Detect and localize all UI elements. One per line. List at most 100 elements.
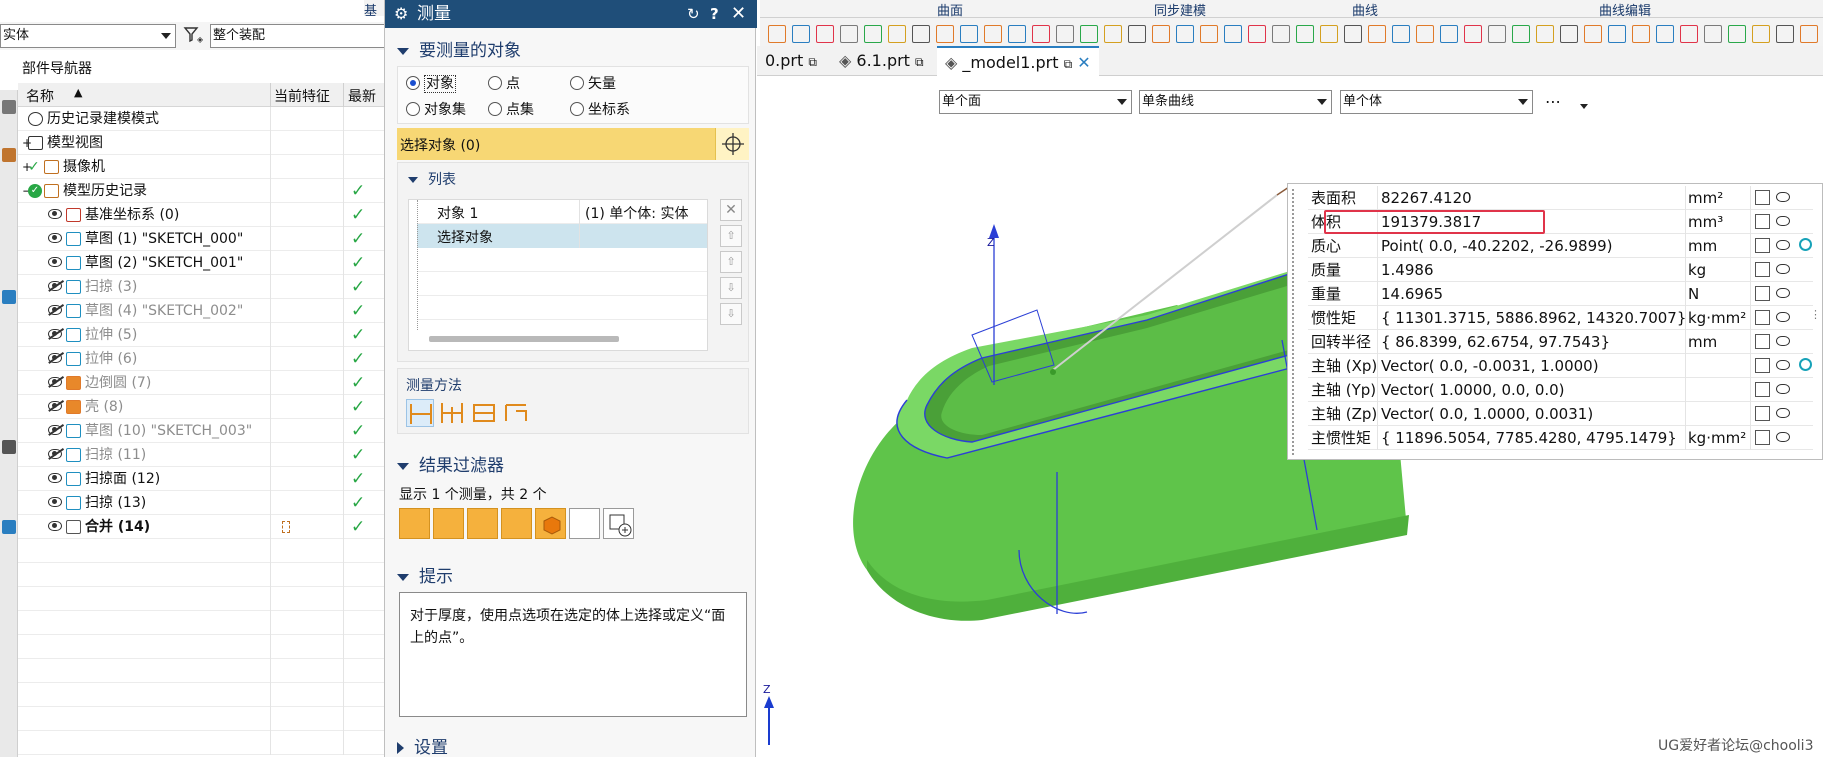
ribbon-tool-icon[interactable]: [1680, 25, 1698, 43]
ribbon-tool-icon[interactable]: [1320, 25, 1338, 43]
row-unite-14[interactable]: 合并 (14) ✓: [18, 515, 384, 539]
type-filter-combo[interactable]: 实体: [0, 24, 176, 48]
eye-hidden-icon[interactable]: [48, 401, 62, 411]
row-sketch-2[interactable]: 草图 (2) "SKETCH_001" ✓: [18, 251, 384, 275]
filter-edit-icon[interactable]: [569, 508, 600, 539]
tab-6-1-prt[interactable]: ◈ 6.1.prt ⧉: [831, 46, 932, 76]
row-sweep-11[interactable]: 扫掠 (11) ✓: [18, 443, 384, 467]
copy-icon[interactable]: [1755, 262, 1770, 277]
row-sketch-1[interactable]: 草图 (1) "SKETCH_000" ✓: [18, 227, 384, 251]
ribbon-tool-icon[interactable]: [1056, 25, 1074, 43]
list-header[interactable]: 列表: [408, 169, 456, 189]
ribbon-tool-icon[interactable]: [1656, 25, 1674, 43]
move-up-icon[interactable]: ⇧: [720, 251, 742, 273]
ribbon-tool-icon[interactable]: [912, 25, 930, 43]
eye-icon[interactable]: [1776, 192, 1790, 202]
ribbon-tool-icon[interactable]: [1296, 25, 1314, 43]
ribbon-tool-icon[interactable]: [1632, 25, 1650, 43]
ribbon-tool-icon[interactable]: [840, 25, 858, 43]
face-filter-combo[interactable]: 单个面: [939, 90, 1132, 114]
help-icon[interactable]: ?: [710, 0, 719, 28]
radio-point[interactable]: 点: [488, 75, 520, 93]
eye-hidden-icon[interactable]: [48, 377, 62, 387]
row-swept-face-12[interactable]: 扫掠面 (12) ✓: [18, 467, 384, 491]
copy-icon[interactable]: [1755, 334, 1770, 349]
ribbon-tool-icon[interactable]: [1584, 25, 1602, 43]
copy-icon[interactable]: [1755, 286, 1770, 301]
close-icon[interactable]: ✕: [731, 0, 746, 28]
select-object-row[interactable]: 选择对象 (0): [397, 128, 749, 160]
property-row[interactable]: 主轴 (Xp) Vector( 0.0, -0.0031, 1.0000): [1308, 354, 1813, 378]
section-result-filter-header[interactable]: 结果过滤器: [397, 451, 504, 476]
ribbon-tool-icon[interactable]: [1104, 25, 1122, 43]
side-expand-icon[interactable]: ⋮: [1810, 308, 1821, 321]
column-latest-header[interactable]: 最新: [348, 86, 376, 106]
property-row[interactable]: 主惯性矩 { 11896.5054, 7785.4280, 4795.1479} k…: [1308, 426, 1813, 450]
eye-icon[interactable]: [1776, 408, 1790, 418]
row-sketch-4[interactable]: 草图 (4) "SKETCH_002" ✓: [18, 299, 384, 323]
ribbon-tool-icon[interactable]: [1344, 25, 1362, 43]
ribbon-tool-icon[interactable]: [1800, 25, 1818, 43]
row-history-mode[interactable]: 历史记录建模模式: [18, 107, 384, 131]
column-name-header[interactable]: 名称: [26, 86, 54, 106]
row-sweep-3[interactable]: 扫掠 (3) ✓: [18, 275, 384, 299]
radio-point-set[interactable]: 点集: [488, 101, 534, 119]
ribbon-tool-icon[interactable]: [1176, 25, 1194, 43]
row-camera[interactable]: + ✓ 摄像机: [18, 155, 384, 179]
eye-icon[interactable]: [48, 257, 62, 267]
ribbon-tool-icon[interactable]: [1512, 25, 1530, 43]
move-down-icon[interactable]: ⇩: [720, 277, 742, 299]
close-tab-icon[interactable]: ✕: [1077, 53, 1090, 72]
copy-icon[interactable]: [1755, 358, 1770, 373]
part-navigator-icon[interactable]: [2, 148, 16, 162]
copy-icon[interactable]: [1755, 214, 1770, 229]
ribbon-tool-icon[interactable]: [1728, 25, 1746, 43]
object-list[interactable]: 对象 1 (1) 单个体: 实体 选择对象: [408, 199, 708, 351]
copy-icon[interactable]: [1755, 310, 1770, 325]
ribbon-tool-icon[interactable]: [1560, 25, 1578, 43]
ribbon-tool-icon[interactable]: [1440, 25, 1458, 43]
eye-icon[interactable]: [1776, 216, 1790, 226]
ribbon-tool-icon[interactable]: [1776, 25, 1794, 43]
ribbon-tool-icon[interactable]: [864, 25, 882, 43]
eye-icon[interactable]: [48, 497, 62, 507]
horizontal-scrollbar[interactable]: [429, 336, 619, 342]
property-row[interactable]: 质量 1.4986 kg: [1308, 258, 1813, 282]
section-objects-header[interactable]: 要测量的对象: [397, 36, 521, 61]
row-extrude-6[interactable]: 拉伸 (6) ✓: [18, 347, 384, 371]
ribbon-tool-icon[interactable]: [960, 25, 978, 43]
body-filter-combo[interactable]: 单个体: [1340, 90, 1533, 114]
eye-icon[interactable]: [1776, 264, 1790, 274]
ribbon-tool-icon[interactable]: [1704, 25, 1722, 43]
ribbon-tool-icon[interactable]: [1608, 25, 1626, 43]
radio-vector[interactable]: 矢量: [570, 75, 616, 93]
copy-icon[interactable]: [1755, 382, 1770, 397]
role-icon[interactable]: [2, 520, 16, 534]
eye-icon[interactable]: [48, 209, 62, 219]
method-distance-icon[interactable]: [406, 399, 434, 427]
eye-hidden-icon[interactable]: [48, 353, 62, 363]
curve-filter-combo[interactable]: 单条曲线: [1139, 90, 1332, 114]
ribbon-tool-icon[interactable]: [1464, 25, 1482, 43]
row-datum-csys[interactable]: 基准坐标系 (0) ✓: [18, 203, 384, 227]
ribbon-tool-icon[interactable]: [1392, 25, 1410, 43]
ribbon-group-curve-edit[interactable]: 曲线编辑: [1545, 0, 1705, 19]
eye-icon[interactable]: [48, 233, 62, 243]
radio-object[interactable]: 对象: [406, 75, 456, 93]
radio-csys[interactable]: 坐标系: [570, 101, 630, 119]
eye-icon[interactable]: [1776, 312, 1790, 322]
row-sketch-10[interactable]: 草图 (10) "SKETCH_003" ✓: [18, 419, 384, 443]
copy-icon[interactable]: [1755, 406, 1770, 421]
row-model-views[interactable]: + 模型视图: [18, 131, 384, 155]
eye-icon[interactable]: [1776, 360, 1790, 370]
move-top-icon[interactable]: ⇧: [720, 225, 742, 247]
ribbon-tool-icon[interactable]: [1368, 25, 1386, 43]
property-row[interactable]: 质心 Point( 0.0, -40.2202, -26.9899) mm: [1308, 234, 1813, 258]
property-row[interactable]: 惯性矩 { 11301.3715, 5886.8962, 14320.7007} k…: [1308, 306, 1813, 330]
eye-hidden-icon[interactable]: [48, 281, 62, 291]
ribbon-tool-icon[interactable]: [1272, 25, 1290, 43]
chevron-down-icon[interactable]: [1580, 104, 1588, 109]
ribbon-tool-icon[interactable]: [1536, 25, 1554, 43]
eye-icon[interactable]: [1776, 240, 1790, 250]
move-bottom-icon[interactable]: ⇩: [720, 303, 742, 325]
